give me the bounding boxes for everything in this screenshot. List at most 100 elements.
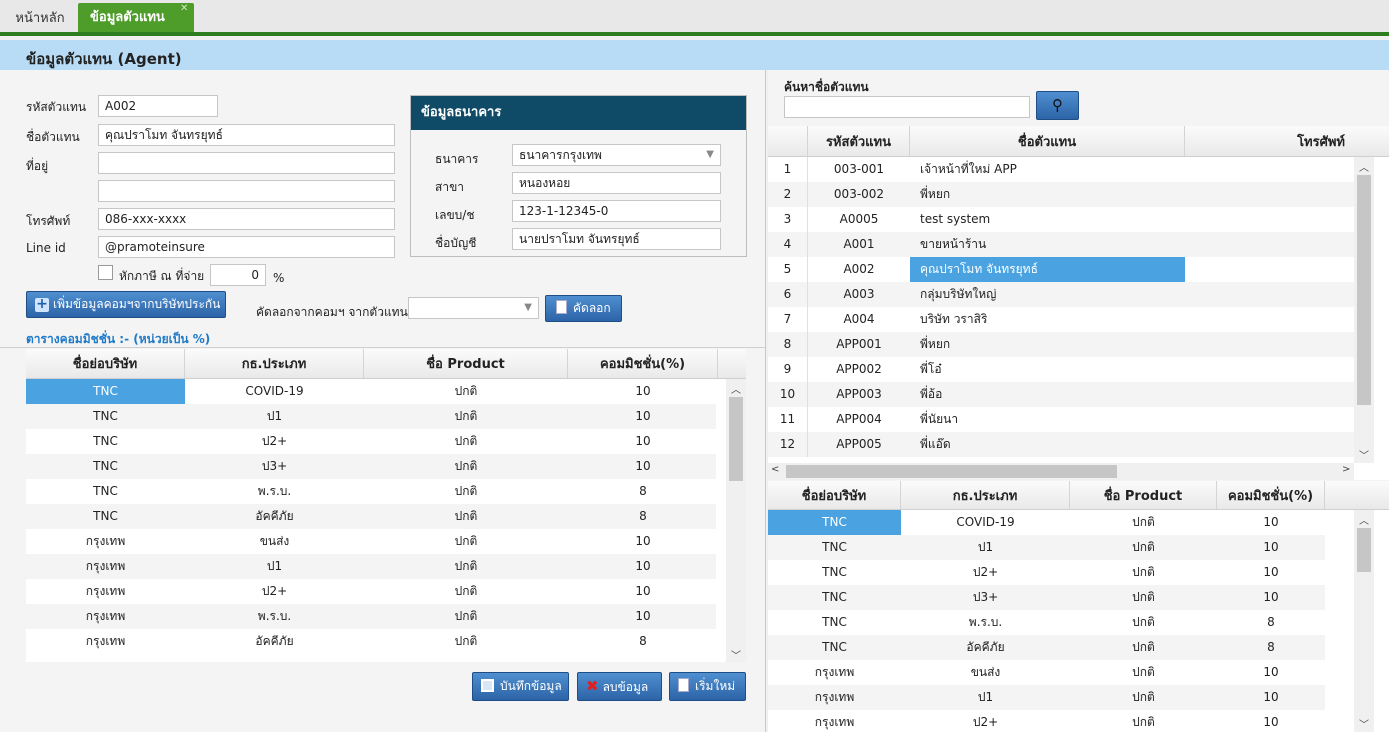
- account-name-input[interactable]: นายปราโมท จันทรยุทธ์: [512, 228, 721, 250]
- agent-commission-scrollbar[interactable]: ︿ ﹀: [1354, 510, 1374, 732]
- table-row[interactable]: TNC อัคคีภัย ปกติ 8: [768, 635, 1325, 660]
- cell-type: อัคคีภัย: [966, 640, 1005, 654]
- table-row[interactable]: กรุงเทพ ป1 ปกติ 10: [26, 554, 716, 579]
- table-row[interactable]: กรุงเทพ อัคคีภัย ปกติ 8: [26, 629, 716, 654]
- cell-product: ปกติ: [454, 609, 478, 623]
- col-insurance-type[interactable]: กธ.ประเภท: [185, 349, 364, 378]
- table-row[interactable]: 6 A003 กลุ่มบริษัทใหญ่: [768, 282, 1354, 307]
- table-row[interactable]: TNC ป2+ ปกติ 10: [26, 429, 716, 454]
- copy-button[interactable]: คัดลอก: [545, 295, 622, 322]
- cell-commission: 10: [635, 409, 651, 423]
- table-row[interactable]: TNC COVID-19 ปกติ 10: [26, 379, 716, 404]
- cell-company: กรุงเทพ: [814, 665, 855, 679]
- branch-input[interactable]: หนองหอย: [512, 172, 721, 194]
- new-button[interactable]: เริ่มใหม่: [669, 672, 746, 701]
- table-row[interactable]: 10 APP003 พี่อ้อ: [768, 382, 1354, 407]
- cell-commission: 8: [1267, 640, 1275, 654]
- withholding-input[interactable]: 0: [210, 264, 266, 286]
- cell-type: พ.ร.บ.: [968, 615, 1003, 629]
- table-row[interactable]: 3 A0005 test system: [768, 207, 1354, 232]
- col-agent-name[interactable]: ชื่อตัวแทน: [910, 126, 1185, 156]
- scroll-thumb[interactable]: [1357, 528, 1371, 572]
- table-row[interactable]: TNC ป3+ ปกติ 10: [768, 585, 1325, 610]
- scroll-down-icon[interactable]: ﹀: [1359, 716, 1369, 731]
- address-line2-input[interactable]: [98, 180, 395, 202]
- table-row[interactable]: TNC COVID-19 ปกติ 10: [768, 510, 1325, 535]
- phone-input[interactable]: 086-xxx-xxxx: [98, 208, 395, 230]
- divider: [0, 347, 766, 348]
- col-phone[interactable]: โทรศัพท์: [1185, 126, 1389, 156]
- scroll-up-icon[interactable]: ︿: [1359, 512, 1369, 527]
- agents-table-v-scrollbar[interactable]: ︿ ﹀: [1354, 157, 1374, 463]
- table-row[interactable]: TNC ป1 ปกติ 10: [26, 404, 716, 429]
- binoculars-icon[interactable]: ⚲: [1036, 91, 1079, 120]
- table-row[interactable]: TNC พ.ร.บ. ปกติ 8: [26, 479, 716, 504]
- page-title-bar: [0, 40, 1389, 70]
- table-row[interactable]: 8 APP001 พี่หยก: [768, 332, 1354, 357]
- table-row[interactable]: 12 APP005 พี่แอ๊ด: [768, 432, 1354, 457]
- table-row[interactable]: 9 APP002 พี่โอ๋: [768, 357, 1354, 382]
- agent-code-input[interactable]: A002: [98, 95, 218, 117]
- tab-close-icon[interactable]: ✕: [180, 3, 188, 14]
- tab-home[interactable]: หน้าหลัก: [4, 5, 76, 32]
- table-row[interactable]: 7 A004 บริษัท วราสิริ: [768, 307, 1354, 332]
- search-input[interactable]: [784, 96, 1030, 118]
- bank-info-title: ข้อมูลธนาคาร: [411, 96, 746, 130]
- col-product-name[interactable]: ชื่อ Product: [1070, 481, 1217, 509]
- table-row[interactable]: 4 A001 ขายหน้าร้าน: [768, 232, 1354, 257]
- table-row[interactable]: กรุงเทพ ป2+ ปกติ 10: [26, 579, 716, 604]
- cell-product: ปกติ: [454, 459, 478, 473]
- agents-table-h-scrollbar[interactable]: < >: [768, 463, 1354, 480]
- cell-type: COVID-19: [245, 384, 304, 398]
- col-agent-code[interactable]: รหัสตัวแทน: [808, 126, 910, 156]
- commission-table-scrollbar[interactable]: ︿ ﹀: [726, 379, 746, 662]
- table-row[interactable]: กรุงเทพ ป2+ ปกติ 10: [768, 710, 1325, 732]
- scroll-thumb[interactable]: [729, 397, 743, 481]
- save-button[interactable]: บันทึกข้อมูล: [472, 672, 569, 701]
- withholding-checkbox[interactable]: [98, 265, 113, 280]
- scroll-up-icon[interactable]: ︿: [731, 381, 741, 396]
- table-row[interactable]: TNC ป3+ ปกติ 10: [26, 454, 716, 479]
- copy-button-label: คัดลอก: [573, 301, 611, 315]
- add-commission-button[interactable]: + เพิ่มข้อมูลคอมฯจากบริษัทประกัน: [26, 291, 226, 318]
- scroll-thumb[interactable]: [1357, 175, 1371, 405]
- delete-button[interactable]: ✖ ลบข้อมูล: [577, 672, 662, 701]
- agent-name-input[interactable]: คุณปราโมท จันทรยุทธ์: [98, 124, 395, 146]
- scroll-up-icon[interactable]: ︿: [1359, 159, 1369, 174]
- cell-type: ป1: [266, 409, 283, 423]
- line-id-input[interactable]: @pramoteinsure: [98, 236, 395, 258]
- cell-agent-code: APP002: [836, 362, 882, 376]
- bank-select[interactable]: ธนาคารกรุงเทพ ▼: [512, 144, 721, 166]
- address-line1-input[interactable]: [98, 152, 395, 174]
- col-company-short[interactable]: ชื่อย่อบริษัท: [26, 349, 185, 378]
- col-company-short[interactable]: ชื่อย่อบริษัท: [768, 481, 901, 509]
- cell-product: ปกติ: [1132, 715, 1155, 729]
- copy-agent-select[interactable]: ▼: [408, 297, 539, 319]
- table-row[interactable]: กรุงเทพ ขนส่ง ปกติ 10: [26, 529, 716, 554]
- scroll-right-icon[interactable]: >: [1342, 464, 1350, 475]
- tab-agent-info[interactable]: ข้อมูลตัวแทน: [78, 3, 194, 32]
- table-row[interactable]: TNC พ.ร.บ. ปกติ 8: [768, 610, 1325, 635]
- table-row[interactable]: กรุงเทพ ป1 ปกติ 10: [768, 685, 1325, 710]
- cell-commission: 10: [635, 584, 651, 598]
- cell-agent-code: APP004: [836, 412, 882, 426]
- scroll-left-icon[interactable]: <: [771, 464, 779, 475]
- table-row[interactable]: 11 APP004 พี่นัยนา: [768, 407, 1354, 432]
- table-row[interactable]: TNC ป1 ปกติ 10: [768, 535, 1325, 560]
- table-row[interactable]: 2 003-002 พี่หยก: [768, 182, 1354, 207]
- col-commission[interactable]: คอมมิชชั่น(%): [1217, 481, 1325, 509]
- table-row[interactable]: TNC ป2+ ปกติ 10: [768, 560, 1325, 585]
- account-no-input[interactable]: 123-1-12345-0: [512, 200, 721, 222]
- cell-type: พ.ร.บ.: [257, 484, 292, 498]
- table-row[interactable]: TNC อัคคีภัย ปกติ 8: [26, 504, 716, 529]
- table-row[interactable]: กรุงเทพ พ.ร.บ. ปกติ 10: [26, 604, 716, 629]
- table-row[interactable]: 5 A002 คุณปราโมท จันทรยุทธ์: [768, 257, 1354, 282]
- h-scroll-thumb[interactable]: [786, 465, 1117, 478]
- col-commission[interactable]: คอมมิชชั่น(%): [568, 349, 718, 378]
- col-product-name[interactable]: ชื่อ Product: [364, 349, 568, 378]
- table-row[interactable]: กรุงเทพ ขนส่ง ปกติ 10: [768, 660, 1325, 685]
- col-insurance-type[interactable]: กธ.ประเภท: [901, 481, 1070, 509]
- scroll-down-icon[interactable]: ﹀: [731, 647, 741, 662]
- scroll-down-icon[interactable]: ﹀: [1359, 447, 1369, 462]
- table-row[interactable]: 1 003-001 เจ้าหน้าที่ใหม่ APP: [768, 157, 1354, 182]
